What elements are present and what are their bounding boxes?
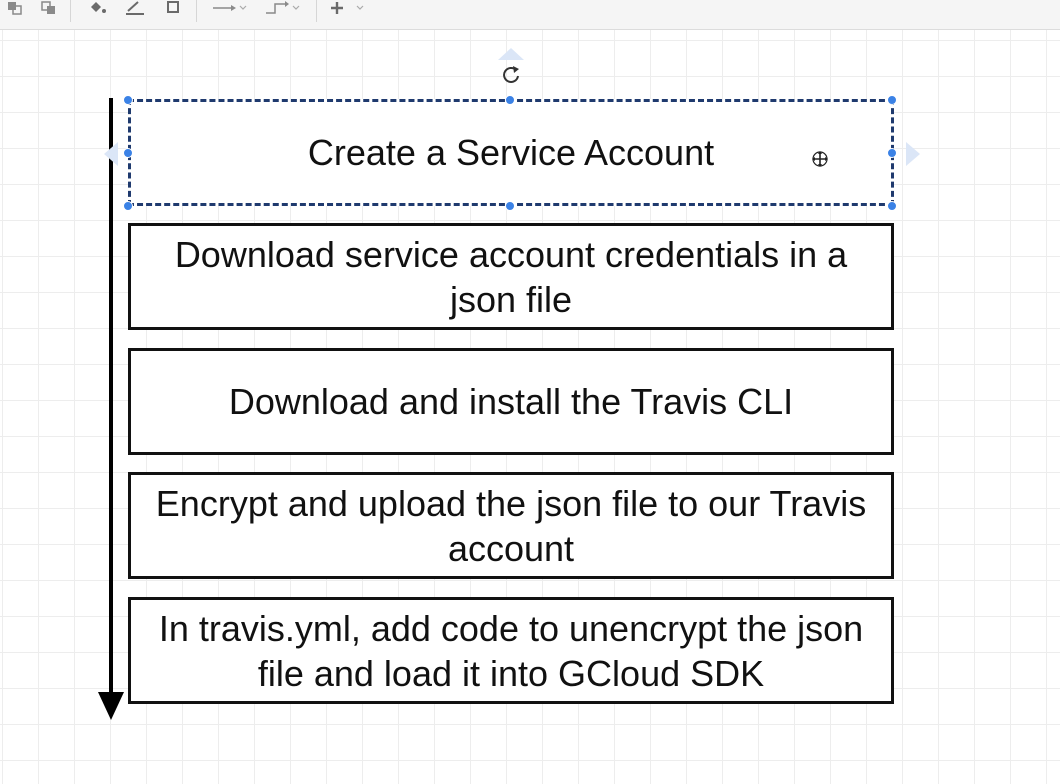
shadow-icon[interactable] xyxy=(162,0,184,16)
resize-handle-bottom-right[interactable] xyxy=(887,201,897,211)
toolbar xyxy=(0,0,1060,30)
fill-color-icon[interactable] xyxy=(86,0,110,16)
step-box-travis-yml-gcloud[interactable]: In travis.yml, add code to unencrypt the… xyxy=(128,597,894,704)
clone-right-arrow-icon[interactable] xyxy=(904,140,924,168)
flow-arrow[interactable] xyxy=(96,96,126,726)
rotate-icon[interactable] xyxy=(500,64,522,86)
step-label: In travis.yml, add code to unencrypt the… xyxy=(158,607,864,694)
step-label: Download and install the Travis CLI xyxy=(228,381,794,422)
line-color-icon[interactable] xyxy=(122,0,148,16)
move-cursor-icon xyxy=(812,151,828,167)
step-label: Encrypt and upload the json file to our … xyxy=(155,482,867,569)
toolbar-separator xyxy=(196,0,197,22)
toolbar-separator xyxy=(316,0,317,22)
step-label: Create a Service Account xyxy=(307,132,715,173)
resize-handle-left[interactable] xyxy=(123,148,133,158)
waypoints-icon[interactable] xyxy=(262,0,304,16)
to-front-icon[interactable] xyxy=(4,0,26,16)
clone-left-arrow-icon[interactable] xyxy=(100,140,120,168)
resize-handle-top-right[interactable] xyxy=(887,95,897,105)
insert-icon[interactable] xyxy=(328,0,370,16)
step-label: Download service account credentials in … xyxy=(174,233,848,320)
step-box-install-travis-cli[interactable]: Download and install the Travis CLI xyxy=(128,348,894,455)
to-back-icon[interactable] xyxy=(38,0,60,16)
resize-handle-top-left[interactable] xyxy=(123,95,133,105)
resize-handle-top[interactable] xyxy=(505,95,515,105)
resize-handle-bottom[interactable] xyxy=(505,201,515,211)
step-box-encrypt-upload-json[interactable]: Encrypt and upload the json file to our … xyxy=(128,472,894,579)
step-box-download-credentials[interactable]: Download service account credentials in … xyxy=(128,223,894,330)
step-box-create-service-account[interactable]: Create a Service Account xyxy=(128,99,894,206)
toolbar-separator xyxy=(70,0,71,22)
resize-handle-right[interactable] xyxy=(887,148,897,158)
clone-up-arrow-icon[interactable] xyxy=(496,46,526,66)
connection-icon[interactable] xyxy=(210,0,250,16)
resize-handle-bottom-left[interactable] xyxy=(123,201,133,211)
